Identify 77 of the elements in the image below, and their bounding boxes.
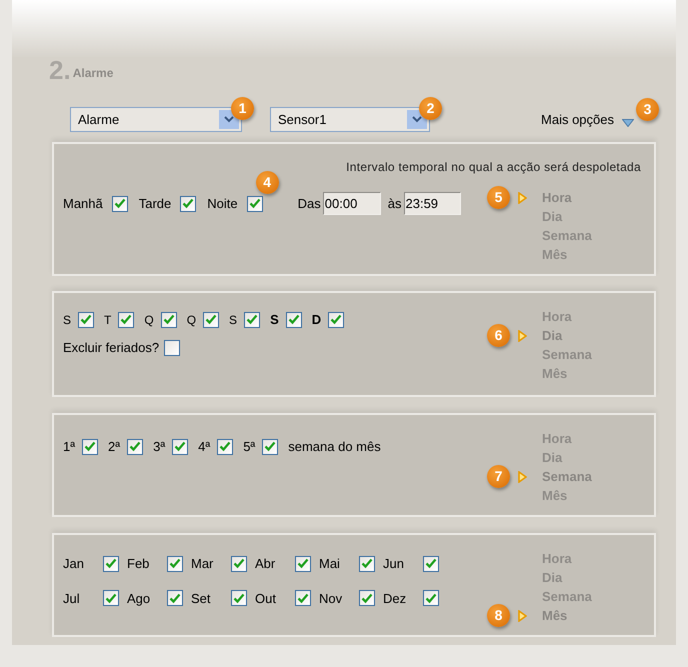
checkbox[interactable] — [217, 438, 234, 454]
checkbox-label: Mai — [319, 555, 341, 573]
checkbox[interactable] — [118, 312, 134, 328]
checkbox[interactable] — [103, 590, 119, 606]
checkbox-label: T — [104, 312, 112, 328]
field-label: às — [388, 194, 402, 213]
checkbox-label: Manhã — [63, 194, 103, 213]
checkbox-label: Excluir feriados? — [63, 339, 160, 357]
number-badge: 1 — [231, 97, 254, 120]
checkbox[interactable] — [112, 196, 128, 212]
checkbox[interactable] — [164, 340, 180, 356]
checkbox[interactable] — [167, 556, 183, 572]
checkbox-label: 5ª — [243, 438, 256, 456]
checkbox[interactable] — [82, 438, 98, 454]
number-badge: 7 — [487, 465, 510, 488]
checkbox[interactable] — [295, 556, 311, 572]
period-option[interactable]: Semana — [542, 467, 592, 486]
number-badge: 8 — [487, 604, 510, 627]
field-label: Das — [298, 194, 321, 213]
checkbox[interactable] — [246, 196, 263, 212]
checkbox[interactable] — [244, 312, 260, 328]
checkbox[interactable] — [423, 556, 439, 572]
checkbox[interactable] — [262, 438, 278, 454]
checkbox-label: Ago — [127, 590, 152, 608]
checkbox[interactable] — [295, 590, 311, 606]
checkbox[interactable] — [203, 312, 220, 328]
checkbox[interactable] — [160, 312, 177, 328]
checkbox-label: S — [63, 312, 72, 328]
number-badge: 4 — [256, 170, 279, 194]
checkbox[interactable] — [167, 590, 183, 606]
number-badge: 3 — [636, 98, 659, 121]
checkbox-label: Q — [186, 312, 196, 328]
checkbox-label: Jul — [63, 590, 81, 608]
checkbox-label: Tarde — [138, 194, 172, 213]
checkbox[interactable] — [359, 590, 375, 606]
panel-caption: Intervalo temporal no qual a acção será despoletada — [345, 159, 642, 176]
number-badge: 5 — [487, 186, 510, 209]
checkbox-label: D — [312, 310, 322, 329]
checkbox[interactable] — [231, 556, 247, 572]
checkbox[interactable] — [231, 590, 247, 606]
checkbox[interactable] — [328, 312, 344, 328]
period-option[interactable]: Mês — [542, 606, 568, 625]
period-option[interactable]: Hora — [542, 188, 572, 207]
checkbox[interactable] — [78, 312, 94, 328]
checkbox-label: Feb — [127, 555, 150, 573]
time-field[interactable]: 23:59 — [404, 192, 460, 215]
number-badge: 6 — [487, 324, 510, 347]
checkbox[interactable] — [180, 196, 196, 212]
checkbox-label: Jun — [383, 555, 405, 573]
more-options-link[interactable]: Mais opções — [541, 110, 614, 130]
checkbox-label: Noite — [207, 194, 238, 213]
checkbox-label: Abr — [255, 555, 276, 573]
checkbox-label: Dez — [383, 590, 408, 608]
checkbox-label: Mar — [191, 555, 214, 573]
checkbox-label: S — [270, 310, 279, 329]
checkbox[interactable] — [103, 556, 119, 572]
checkbox[interactable] — [359, 556, 375, 572]
checkbox[interactable] — [286, 312, 302, 328]
checkbox[interactable] — [423, 590, 439, 606]
checkbox-label: 2ª — [108, 438, 120, 456]
checkbox-label: Set — [191, 590, 212, 608]
checkbox-label: Jan — [63, 555, 85, 573]
time-field[interactable]: 00:00 — [322, 192, 381, 215]
checkbox-label: 4ª — [198, 438, 210, 456]
period-option[interactable]: Dia — [542, 326, 562, 345]
section-title: Alarme — [72, 65, 114, 82]
checkbox-label: 1ª — [63, 438, 76, 456]
checkbox[interactable] — [172, 438, 188, 454]
checkbox-label: S — [229, 312, 238, 328]
checkbox-label: semana do mês — [288, 438, 381, 456]
number-badge: 2 — [419, 97, 442, 120]
checkbox-label: 3ª — [153, 438, 166, 456]
checkbox-label: Out — [255, 590, 277, 608]
checkbox-label: Q — [144, 312, 154, 328]
checkbox[interactable] — [127, 438, 144, 454]
triangle-down-icon[interactable] — [622, 118, 634, 126]
checkbox-label: Nov — [319, 590, 344, 608]
